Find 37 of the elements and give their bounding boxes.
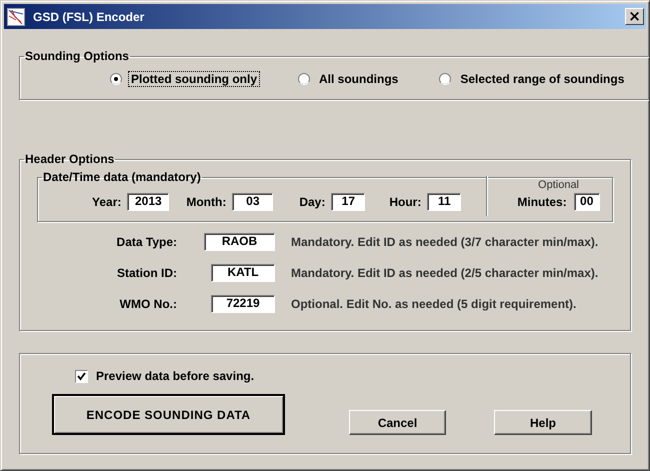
- field-hint: Mandatory. Edit ID as needed (3/7 character min/max).: [290, 235, 600, 249]
- field-label: Data Type:: [116, 235, 178, 249]
- checkbox[interactable]: [75, 370, 88, 382]
- field-label: Station ID:: [116, 266, 178, 280]
- field-label: Month:: [186, 195, 226, 209]
- dialog-button[interactable]: Help: [494, 410, 592, 435]
- window-title: GSD (FSL) Encoder: [33, 10, 144, 24]
- group-title: Header Options: [24, 152, 116, 166]
- input-field[interactable]: RAOB: [204, 233, 275, 251]
- group-title: Sounding Options: [24, 49, 130, 63]
- input-field[interactable]: 2013: [127, 193, 170, 211]
- dialog-button[interactable]: Cancel: [349, 410, 446, 435]
- field-label: Year:: [92, 195, 122, 209]
- radio-button[interactable]: [298, 73, 310, 85]
- checkbox-label[interactable]: Preview data before saving.: [96, 369, 254, 383]
- input-field[interactable]: 17: [331, 193, 366, 211]
- app-icon: [7, 8, 25, 26]
- field-label: WMO No.:: [118, 297, 178, 311]
- radio-label[interactable]: Selected range of soundings: [457, 71, 628, 87]
- radio-button[interactable]: [439, 73, 452, 85]
- field-label: Day:: [299, 195, 326, 209]
- input-field[interactable]: 00: [574, 193, 600, 211]
- group-title: Date/Time data (mandatory): [42, 170, 202, 184]
- field-label: Minutes:: [517, 195, 567, 209]
- field-hint: Mandatory. Edit ID as needed (2/5 character min/max).: [290, 266, 600, 280]
- optional-caption: Optional: [538, 179, 580, 191]
- radio-button[interactable]: [110, 73, 122, 85]
- encode-button[interactable]: ENCODE SOUNDING DATA: [52, 394, 285, 435]
- input-field[interactable]: 03: [232, 193, 274, 211]
- input-field[interactable]: 11: [427, 193, 462, 211]
- radio-label[interactable]: All soundings: [316, 71, 402, 87]
- field-hint: Optional. Edit No. as needed (5 digit requirement).: [290, 297, 578, 311]
- input-field[interactable]: KATL: [211, 264, 275, 282]
- field-label: Hour:: [389, 195, 422, 209]
- close-button[interactable]: ×: [625, 8, 644, 25]
- radio-label[interactable]: Plotted sounding only: [128, 71, 260, 87]
- input-field[interactable]: 72219: [211, 295, 275, 313]
